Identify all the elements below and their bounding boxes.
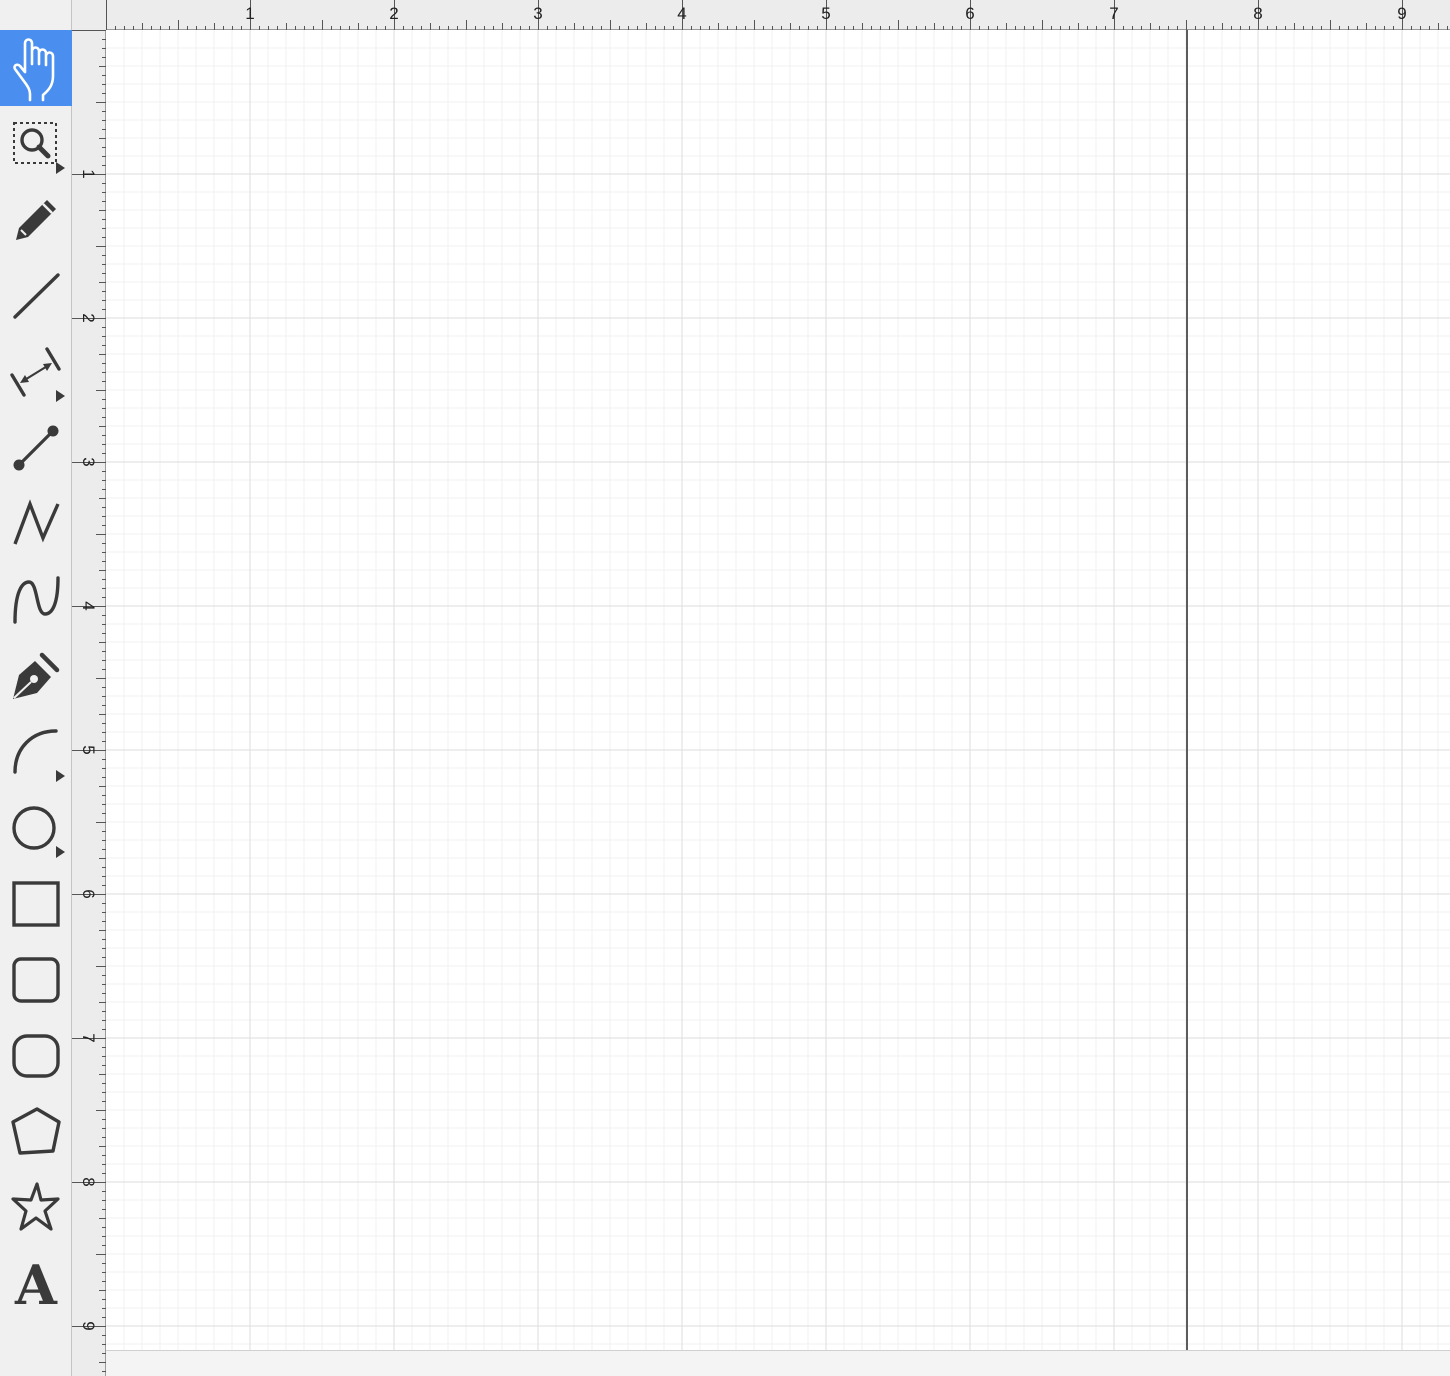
ellipse-tool-button[interactable] bbox=[0, 790, 72, 866]
curve-icon bbox=[10, 574, 62, 626]
ruler-corner bbox=[72, 0, 106, 30]
vertical-ruler[interactable]: 1 2 3 4 5 6 7 8 9 bbox=[72, 30, 106, 1376]
submenu-arrow-icon bbox=[56, 390, 65, 402]
pen-icon bbox=[9, 649, 63, 703]
arc-tool-button[interactable] bbox=[0, 714, 72, 790]
star-icon bbox=[9, 1181, 63, 1235]
polygon-icon bbox=[9, 1105, 63, 1159]
dimension-icon bbox=[9, 345, 63, 399]
ruler-label-v: 6 bbox=[79, 889, 98, 898]
ruler-label-h: 2 bbox=[389, 4, 398, 23]
rectangle-tool-button[interactable] bbox=[0, 866, 72, 942]
horizontal-ruler[interactable]: 1 2 3 4 5 6 7 8 9 bbox=[72, 0, 1450, 30]
rounded-rectangle-tool-button[interactable] bbox=[0, 942, 72, 1018]
zoom-icon bbox=[11, 119, 61, 169]
line-icon bbox=[10, 270, 62, 322]
curve-tool-button[interactable] bbox=[0, 562, 72, 638]
round-rectangle-icon bbox=[10, 1030, 62, 1082]
vertical-ruler-scale: 1 2 3 4 5 6 7 8 9 bbox=[72, 30, 106, 1372]
rectangle-icon bbox=[10, 878, 62, 930]
ruler-label-h: 1 bbox=[245, 4, 254, 23]
arc-icon bbox=[10, 726, 62, 778]
pencil-tool-button[interactable] bbox=[0, 182, 72, 258]
canvas-bottom-edge bbox=[106, 1350, 1450, 1376]
ruler-label-h: 6 bbox=[965, 4, 974, 23]
ruler-label-v: 4 bbox=[79, 601, 98, 610]
ruler-label-v: 3 bbox=[79, 457, 98, 466]
text-tool-button[interactable]: A bbox=[0, 1246, 72, 1322]
ruler-label-v: 8 bbox=[79, 1177, 98, 1186]
polyline-icon bbox=[10, 498, 62, 550]
polyline-tool-button[interactable] bbox=[0, 486, 72, 562]
ruler-label-h: 4 bbox=[677, 4, 686, 23]
page-break-line bbox=[1186, 30, 1188, 1350]
zoom-tool-button[interactable] bbox=[0, 106, 72, 182]
hand-tool-button[interactable] bbox=[0, 30, 72, 106]
dimension-tool-button[interactable] bbox=[0, 334, 72, 410]
ruler-label-v: 7 bbox=[79, 1033, 98, 1042]
tool-palette: A bbox=[0, 0, 72, 1376]
connector-tool-button[interactable] bbox=[0, 410, 72, 486]
ruler-label-v: 9 bbox=[79, 1321, 98, 1330]
submenu-arrow-icon bbox=[56, 846, 65, 858]
grid bbox=[106, 30, 1450, 1350]
text-icon: A bbox=[15, 1253, 57, 1317]
star-tool-button[interactable] bbox=[0, 1170, 72, 1246]
ruler-label-v: 1 bbox=[79, 169, 98, 178]
ruler-label-v: 5 bbox=[79, 745, 98, 754]
ellipse-icon bbox=[10, 802, 62, 854]
pen-tool-button[interactable] bbox=[0, 638, 72, 714]
ruler-label-v: 2 bbox=[79, 313, 98, 322]
ruler-label-h: 7 bbox=[1109, 4, 1118, 23]
drawing-canvas[interactable] bbox=[106, 30, 1450, 1350]
round-rectangle-tool-button[interactable] bbox=[0, 1018, 72, 1094]
submenu-arrow-icon bbox=[56, 162, 65, 174]
horizontal-ruler-scale: 1 2 3 4 5 6 7 8 9 bbox=[106, 0, 1448, 30]
ruler-label-h: 3 bbox=[533, 4, 542, 23]
rounded-rectangle-icon bbox=[10, 954, 62, 1006]
submenu-arrow-icon bbox=[56, 770, 65, 782]
connector-icon bbox=[10, 422, 62, 474]
hand-icon bbox=[10, 36, 62, 102]
line-tool-button[interactable] bbox=[0, 258, 72, 334]
polygon-tool-button[interactable] bbox=[0, 1094, 72, 1170]
pencil-icon bbox=[10, 194, 62, 246]
ruler-label-h: 8 bbox=[1253, 4, 1262, 23]
ruler-label-h: 9 bbox=[1397, 4, 1406, 23]
ruler-label-h: 5 bbox=[821, 4, 830, 23]
